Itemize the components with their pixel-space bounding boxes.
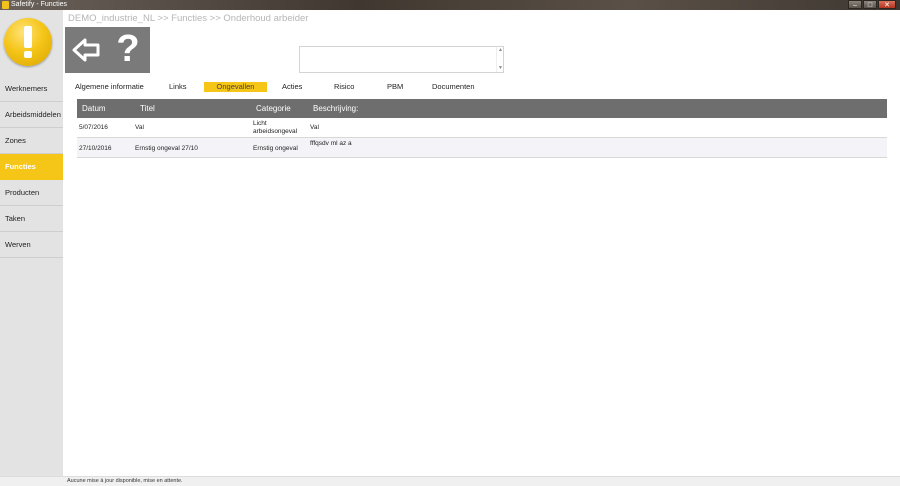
window-title: Safetify - Functies [11,1,68,8]
cell-titel: Val [135,124,144,131]
cell-datum: 27/10/2016 [79,145,112,152]
cell-categorie-line1: Ernstig ongeval [253,145,298,152]
app-icon [2,1,9,9]
back-arrow-icon[interactable] [71,35,101,65]
cell-beschrijving: Val [310,124,319,131]
tab-algemene-informatie[interactable]: Algemene informatie [75,82,144,92]
notes-scrollbar[interactable]: ▲ ▼ [496,47,503,72]
tab-acties[interactable]: Acties [282,82,302,92]
maximize-icon[interactable]: □ [863,0,877,9]
incidents-table: Datum Titel Categorie Beschrijving: 5/07… [77,99,887,158]
tab-pbm[interactable]: PBM [387,82,403,92]
table-header: Datum Titel Categorie Beschrijving: [77,99,887,118]
cell-beschrijving: fffqsdv ml az a [310,140,352,147]
window-titlebar: Safetify - Functies – □ ✕ [0,0,900,10]
scroll-down-icon[interactable]: ▼ [498,66,503,71]
cell-categorie-line1: Licht [253,120,267,127]
sidebar-item-functies[interactable]: Functies [0,154,63,180]
sidebar-item-arbeidsmiddelen[interactable]: Arbeidsmiddelen [0,102,63,128]
cell-datum: 5/07/2016 [79,124,108,131]
sidebar-item-werknemers[interactable]: Werknemers [0,76,63,102]
tab-links[interactable]: Links [169,82,187,92]
cell-categorie-line2: arbeidsongeval [253,128,298,135]
table-row[interactable]: 27/10/2016 Ernstig ongeval 27/10 Ernstig… [77,138,887,158]
sidebar-item-producten[interactable]: Producten [0,180,63,206]
sidebar-item-taken[interactable]: Taken [0,206,63,232]
tab-ongevallen[interactable]: Ongevallen [204,82,267,92]
status-bar: Aucune mise à jour disponible, mise en a… [0,476,900,486]
status-text: Aucune mise à jour disponible, mise en a… [67,478,183,484]
minimize-icon[interactable]: – [848,0,862,9]
breadcrumb: DEMO_industrie_NL >> Functies >> Onderho… [68,13,309,24]
sidebar-nav: Werknemers Arbeidsmiddelen Zones Functie… [0,76,63,258]
help-icon[interactable]: ? [112,29,144,69]
scroll-up-icon[interactable]: ▲ [498,48,503,53]
column-header-categorie[interactable]: Categorie [256,99,291,118]
window-controls: – □ ✕ [848,0,896,10]
sidebar: Werknemers Arbeidsmiddelen Zones Functie… [0,10,63,476]
table-row[interactable]: 5/07/2016 Val Licht arbeidsongeval Val [77,118,887,138]
column-header-datum[interactable]: Datum [82,99,106,118]
tab-documenten[interactable]: Documenten [432,82,475,92]
sidebar-item-werven[interactable]: Werven [0,232,63,258]
toolbox: ? [65,27,150,73]
notes-textarea[interactable]: ▲ ▼ [299,46,504,73]
safetify-logo-icon [4,18,52,66]
cell-titel: Ernstig ongeval 27/10 [135,145,198,152]
column-header-beschrijving[interactable]: Beschrijving: [313,99,358,118]
column-header-titel[interactable]: Titel [140,99,155,118]
close-icon[interactable]: ✕ [878,0,896,9]
tab-risico[interactable]: Risico [334,82,354,92]
sidebar-item-zones[interactable]: Zones [0,128,63,154]
